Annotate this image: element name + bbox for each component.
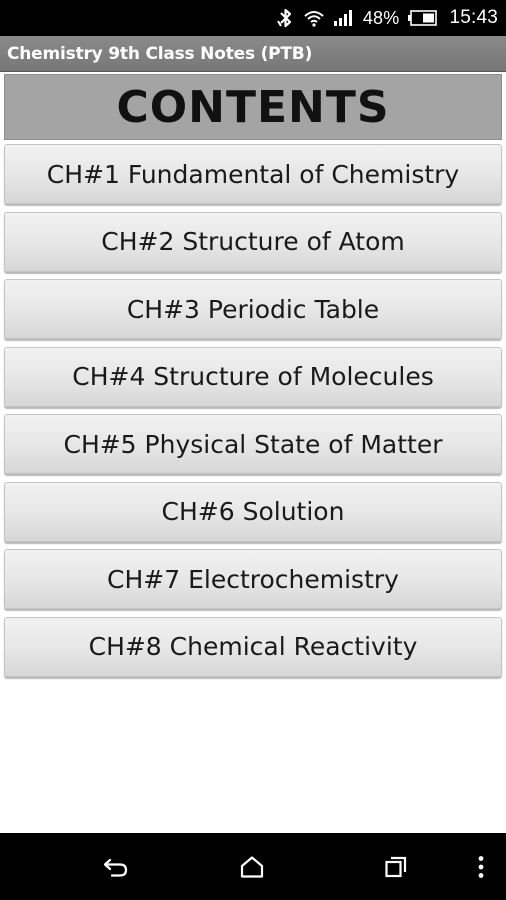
chapter-button-5[interactable]: CH#5 Physical State of Matter [4,414,502,474]
home-icon [239,855,265,879]
signal-icon [333,9,355,27]
status-time: 15:43 [449,7,498,28]
overflow-menu-button[interactable] [466,833,496,900]
chapter-label: CH#2 Structure of Atom [101,227,405,256]
chapter-button-7[interactable]: CH#7 Electrochemistry [4,549,502,609]
recents-button[interactable] [374,833,418,900]
status-icons: 48% 15:43 [276,0,498,36]
chapter-button-4[interactable]: CH#4 Structure of Molecules [4,346,502,407]
chapter-button-2[interactable]: CH#2 Structure of Atom [4,211,502,272]
chapter-button-1[interactable]: CH#1 Fundamental of Chemistry [4,144,502,204]
battery-icon [407,10,438,26]
chapter-label: CH#8 Chemical Reactivity [88,632,418,661]
wifi-icon [303,9,325,27]
chapter-label: CH#3 Periodic Table [126,294,380,324]
chapter-label: CH#5 Physical State of Matter [63,429,443,459]
back-button[interactable] [94,833,138,900]
app-title: Chemistry 9th Class Notes (PTB) [7,44,313,64]
chapter-button-8[interactable]: CH#8 Chemical Reactivity [4,616,502,677]
back-icon [102,856,130,878]
chapter-button-3[interactable]: CH#3 Periodic Table [4,279,502,339]
chapter-label: CH#6 Solution [161,497,345,526]
battery-percent: 48% [362,7,400,28]
chapter-label: CH#4 Structure of Molecules [72,362,434,391]
contents-header: CONTENTS [4,74,502,140]
app-title-bar: Chemistry 9th Class Notes (PTB) [0,36,506,72]
bluetooth-icon [276,8,295,28]
chapter-label: CH#1 Fundamental of Chemistry [46,159,460,189]
home-button[interactable] [230,833,274,900]
overflow-menu-icon [477,855,485,879]
chapter-label: CH#7 Electrochemistry [107,564,399,594]
status-bar: 48% 15:43 [0,0,506,36]
navigation-bar [0,833,506,900]
contents-heading: CONTENTS [116,81,390,133]
chapter-button-6[interactable]: CH#6 Solution [4,481,502,542]
recents-icon [384,855,408,879]
